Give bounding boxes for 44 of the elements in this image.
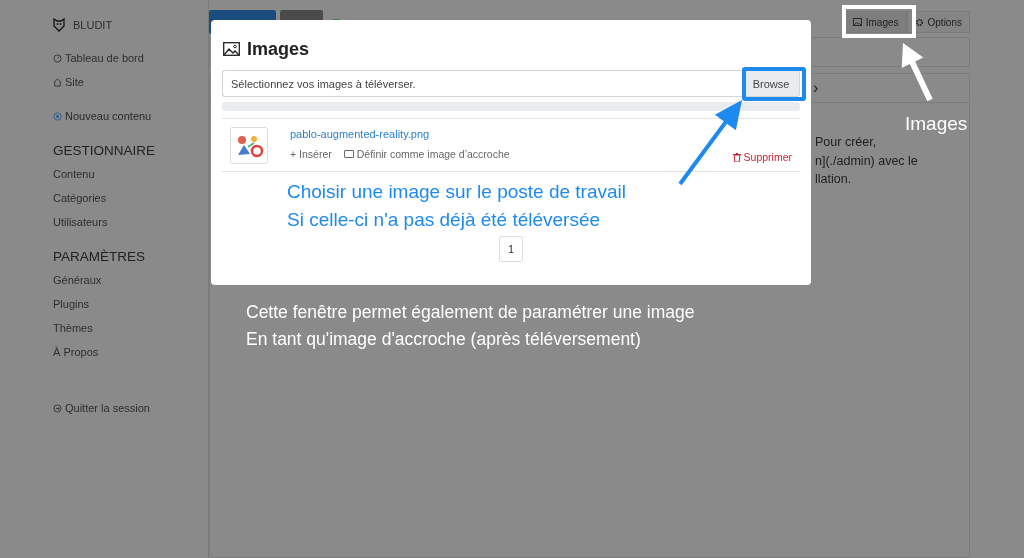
sidebar-link[interactable]: Contenu	[53, 162, 208, 186]
image-icon	[223, 42, 240, 56]
file-name-link[interactable]: pablo-augmented-reality.png	[290, 128, 733, 140]
toolbar-button[interactable]: Images	[844, 11, 907, 33]
editor-text: n](./admin) avec le	[815, 152, 919, 170]
file-input-field[interactable]: Sélectionnez vos images à téléverser.	[222, 70, 742, 97]
dog-logo-icon	[53, 18, 65, 32]
sidebar-link[interactable]: Thèmes	[53, 316, 208, 340]
logout-link[interactable]: Quitter la session	[53, 396, 208, 420]
modal-title: Images	[247, 38, 310, 60]
editor-text: llation.	[815, 171, 853, 188]
chevron-text: ›	[813, 79, 819, 97]
plus-circle-icon	[53, 111, 62, 121]
editor-text: Pour créer,	[815, 134, 878, 151]
dashboard-icon	[53, 53, 62, 63]
insert-link[interactable]: + Insérer	[290, 148, 332, 160]
thumbnail-drawing	[230, 127, 268, 164]
highlight-frame	[742, 67, 806, 101]
page-link[interactable]: 1	[499, 236, 523, 262]
toolbar-button[interactable]: Options	[906, 11, 970, 33]
sidebar-link[interactable]: Site	[53, 70, 208, 94]
annotation-text: En tant qu'image d'accroche (après téléversement)	[246, 328, 642, 351]
annotation-text: Si celle-ci n'a pas déjà été téléversée	[287, 208, 602, 232]
sidebar-link[interactable]: Généraux	[53, 268, 208, 292]
sidebar-link[interactable]: Catégories	[53, 186, 208, 210]
sidebar-link[interactable]: Plugins	[53, 292, 208, 316]
new-content-link[interactable]: Nouveau contenu	[53, 104, 208, 128]
delete-link[interactable]: Supprimer	[732, 151, 792, 163]
section-heading: GESTIONNAIRE	[53, 141, 156, 160]
brand-name: BLUDIT	[73, 19, 113, 31]
gear-icon	[914, 17, 924, 27]
image-icon	[852, 18, 862, 26]
annotation-text: Choisir une image sur le poste de travail	[287, 180, 626, 204]
sidebar-link[interactable]: Utilisateurs	[53, 210, 208, 234]
sidebar-link[interactable]: Tableau de bord	[53, 46, 208, 70]
annotation-text: Cette fenêtre permet également de paramétrer une image	[246, 301, 695, 324]
square-icon	[343, 150, 354, 158]
section-heading: PARAMÈTRES	[53, 247, 146, 266]
annotation-label: Images	[905, 113, 968, 135]
home-icon	[53, 77, 62, 87]
arrow-circle-icon	[53, 403, 62, 413]
trash-icon	[732, 152, 741, 162]
sidebar-link[interactable]: À Propos	[53, 340, 208, 364]
set-cover-link[interactable]: Définir comme image d’accroche	[343, 148, 510, 160]
